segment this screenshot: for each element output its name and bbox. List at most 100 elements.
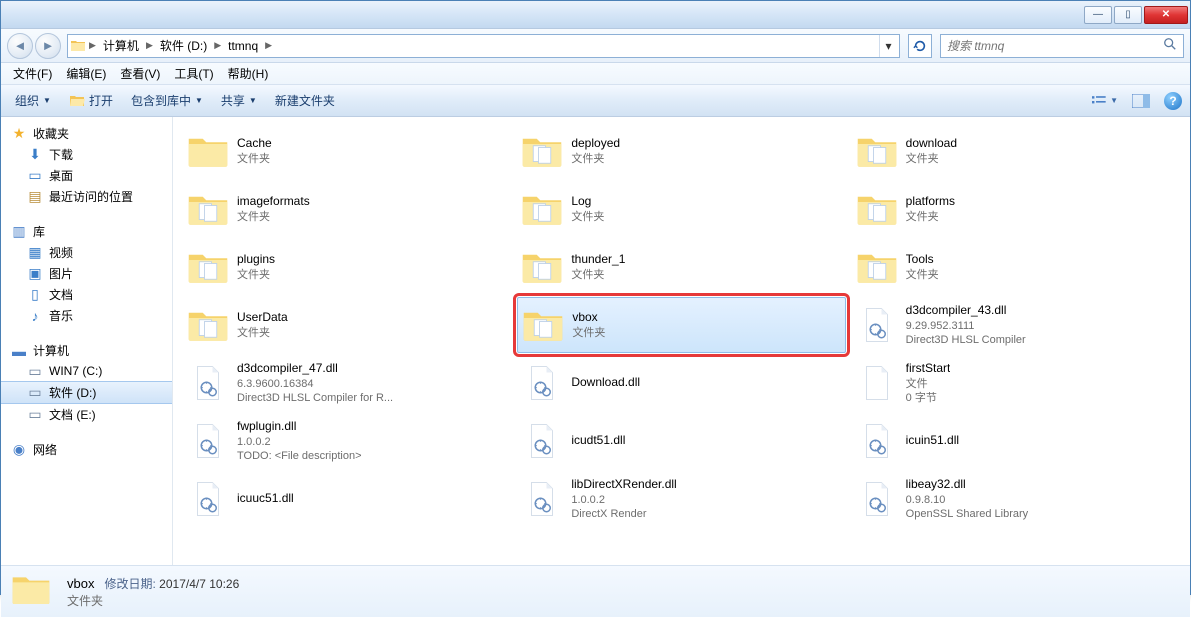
details-bar: vbox 修改日期: 2017/4/7 10:26 文件夹 [1, 565, 1190, 617]
file-name: Download.dll [571, 375, 640, 391]
file-item[interactable]: icuuc51.dll [183, 471, 511, 527]
file-type: 文件夹 [237, 268, 275, 282]
sidebar-item-video[interactable]: ▦视频 [1, 242, 172, 263]
chevron-right-icon: ▶ [262, 40, 275, 51]
address-bar[interactable]: ▶ 计算机 ▶ 软件 (D:) ▶ ttmnq ▶ ▾ [67, 34, 900, 58]
file-item[interactable]: firstStart文件0 字节 [852, 355, 1180, 411]
dll-icon [521, 362, 563, 404]
sidebar-network[interactable]: ◉网络 [1, 439, 172, 460]
sidebar-item-recent[interactable]: ▤最近访问的位置 [1, 186, 172, 207]
breadcrumb-folder[interactable]: ttmnq [224, 35, 262, 57]
menu-file[interactable]: 文件(F) [7, 63, 58, 84]
preview-pane-button[interactable] [1128, 91, 1154, 111]
maximize-button[interactable]: ▯ [1114, 6, 1142, 24]
file-name: platforms [906, 194, 955, 210]
sidebar-favorites[interactable]: ★收藏夹 [1, 123, 172, 144]
file-meta: 0 字节 [906, 391, 951, 405]
folder-doc-icon [521, 130, 563, 172]
dll-icon [187, 478, 229, 520]
file-item[interactable]: deployed文件夹 [517, 123, 845, 179]
file-type: 文件夹 [237, 152, 272, 166]
minimize-button[interactable]: — [1084, 6, 1112, 24]
file-type: 1.0.0.2 [237, 435, 362, 449]
menu-help[interactable]: 帮助(H) [222, 63, 275, 84]
file-item[interactable]: UserData文件夹 [183, 297, 511, 353]
sidebar-item-drive-d[interactable]: ▭软件 (D:) [1, 381, 172, 404]
view-mode-button[interactable]: ▼ [1092, 91, 1118, 111]
sidebar-item-drive-e[interactable]: ▭文档 (E:) [1, 404, 172, 425]
file-item[interactable]: d3dcompiler_43.dll9.29.952.3111Direct3D … [852, 297, 1180, 353]
file-item[interactable]: libDirectXRender.dll1.0.0.2DirectX Rende… [517, 471, 845, 527]
refresh-button[interactable] [908, 34, 932, 58]
folder-doc-icon [521, 246, 563, 288]
search-box[interactable] [940, 34, 1184, 58]
file-item[interactable]: platforms文件夹 [852, 181, 1180, 237]
file-item[interactable]: icuin51.dll [852, 413, 1180, 469]
dll-icon [521, 478, 563, 520]
file-item[interactable]: Cache文件夹 [183, 123, 511, 179]
share-button[interactable]: 共享▼ [215, 90, 263, 111]
file-name: UserData [237, 310, 288, 326]
dll-icon [856, 478, 898, 520]
search-icon [1163, 37, 1177, 54]
menu-tools[interactable]: 工具(T) [168, 63, 219, 84]
file-meta: TODO: <File description> [237, 449, 362, 463]
details-type: 文件夹 [67, 592, 239, 609]
file-name: libDirectXRender.dll [571, 477, 676, 493]
file-item[interactable]: Download.dll [517, 355, 845, 411]
file-type: 文件夹 [571, 210, 604, 224]
toolbar: 组织▼ 打开 包含到库中▼ 共享▼ 新建文件夹 ▼ ? [1, 85, 1190, 117]
sidebar-item-documents[interactable]: ▯文档 [1, 284, 172, 305]
dll-icon [856, 304, 898, 346]
file-item[interactable]: fwplugin.dll1.0.0.2TODO: <File descripti… [183, 413, 511, 469]
help-button[interactable]: ? [1164, 92, 1182, 110]
breadcrumb-drive[interactable]: 软件 (D:) [156, 35, 211, 57]
file-name: thunder_1 [571, 252, 625, 268]
folder-doc-icon [187, 188, 229, 230]
file-name: icudt51.dll [571, 433, 625, 449]
open-button[interactable]: 打开 [63, 90, 119, 111]
menu-view[interactable]: 查看(V) [114, 63, 166, 84]
include-library-button[interactable]: 包含到库中▼ [125, 90, 209, 111]
file-item[interactable]: libeay32.dll0.9.8.10OpenSSL Shared Libra… [852, 471, 1180, 527]
sidebar-item-pictures[interactable]: ▣图片 [1, 263, 172, 284]
back-button[interactable]: ◄ [7, 33, 33, 59]
picture-icon: ▣ [27, 266, 43, 282]
forward-button[interactable]: ► [35, 33, 61, 59]
file-item[interactable]: imageformats文件夹 [183, 181, 511, 237]
file-item[interactable]: d3dcompiler_47.dll6.3.9600.16384Direct3D… [183, 355, 511, 411]
file-item[interactable]: thunder_1文件夹 [517, 239, 845, 295]
file-name: d3dcompiler_47.dll [237, 361, 393, 377]
file-type: 6.3.9600.16384 [237, 377, 393, 391]
new-folder-button[interactable]: 新建文件夹 [269, 90, 341, 111]
file-item[interactable]: Tools文件夹 [852, 239, 1180, 295]
sidebar-library[interactable]: ▥库 [1, 221, 172, 242]
sidebar-item-desktop[interactable]: ▭桌面 [1, 165, 172, 186]
file-item[interactable]: plugins文件夹 [183, 239, 511, 295]
folder-icon [70, 38, 86, 54]
sidebar-computer[interactable]: ▬计算机 [1, 340, 172, 361]
address-dropdown[interactable]: ▾ [879, 35, 897, 57]
breadcrumb-computer[interactable]: 计算机 [99, 35, 143, 57]
file-type: 0.9.8.10 [906, 493, 1029, 507]
menu-edit[interactable]: 编辑(E) [60, 63, 112, 84]
sidebar-item-drive-c[interactable]: ▭WIN7 (C:) [1, 361, 172, 381]
file-meta: OpenSSL Shared Library [906, 507, 1029, 521]
file-name: firstStart [906, 361, 951, 377]
file-name: plugins [237, 252, 275, 268]
file-item[interactable]: Log文件夹 [517, 181, 845, 237]
file-item[interactable]: vbox文件夹 [517, 297, 845, 353]
sidebar-item-downloads[interactable]: ⬇下载 [1, 144, 172, 165]
file-item[interactable]: download文件夹 [852, 123, 1180, 179]
organize-button[interactable]: 组织▼ [9, 90, 57, 111]
close-button[interactable]: ✕ [1144, 6, 1188, 24]
search-input[interactable] [947, 39, 1163, 53]
chevron-right-icon: ▶ [211, 40, 224, 51]
desktop-icon: ▭ [27, 168, 43, 184]
file-type: 文件夹 [906, 268, 939, 282]
file-type: 文件夹 [906, 152, 957, 166]
file-item[interactable]: icudt51.dll [517, 413, 845, 469]
details-prop-value: 2017/4/7 10:26 [159, 577, 239, 591]
sidebar-item-music[interactable]: ♪音乐 [1, 305, 172, 326]
file-type: 1.0.0.2 [571, 493, 676, 507]
